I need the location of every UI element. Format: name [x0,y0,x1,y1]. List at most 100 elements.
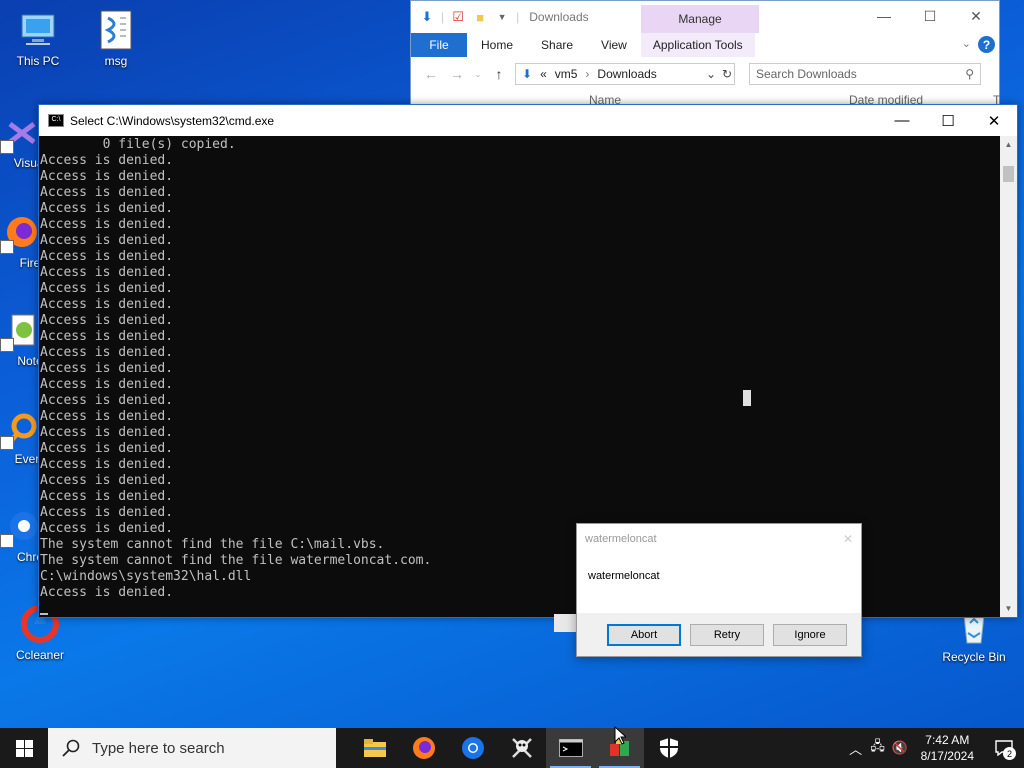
console-line: Access is denied. [40,377,174,392]
taskbar-chrome[interactable] [448,728,497,768]
cmd-window-title: Select C:\Windows\system32\cmd.exe [70,113,275,128]
console-line: Access is denied. [40,345,174,360]
dialog-message: watermeloncat [588,570,660,582]
cmd-title-bar[interactable]: C:\ Select C:\Windows\system32\cmd.exe —… [39,105,1017,136]
tab-application-tools[interactable]: Application Tools [640,33,755,57]
address-dropdown-icon[interactable]: ⌄ [706,67,716,81]
help-icon[interactable]: ? [978,36,995,53]
refresh-icon[interactable]: ↻ [722,67,732,81]
address-bar-row: ← → ⌄ ↑ ⬇ « vm5 › Downloads ⌄ ↻ Search D… [411,57,999,91]
new-folder-icon[interactable]: ■ [472,9,488,25]
ribbon-tabs: File Home Share View Application Tools ⌄… [411,33,999,57]
breadcrumb-vm5[interactable]: vm5 [555,67,578,81]
console-line: Access is denied. [40,281,174,296]
scroll-up-arrow-icon[interactable]: ▲ [1000,136,1017,153]
taskbar: Type here to search ︿ 🖧 🔇 7:42 AM 8/17/2… [0,728,1024,768]
search-placeholder: Search Downloads [756,67,857,81]
console-line: Access is denied. [40,217,174,232]
taskbar-file-explorer[interactable] [350,728,399,768]
desktop-icon-label: Note [17,354,43,368]
tab-home[interactable]: Home [467,38,527,52]
volume-muted-icon[interactable]: 🔇 [889,740,911,756]
desktop-icon-msg[interactable]: msg [80,10,152,68]
script-file-icon [96,10,136,50]
taskbar-pirate-app[interactable] [497,728,546,768]
forward-arrow-icon[interactable]: → [447,66,467,82]
recent-locations-chevron-icon[interactable]: ⌄ [473,70,483,79]
explorer-title-bar: ⬇ | ☑ ■ ▼ | Downloads Manage — ☐ ✕ [411,1,999,33]
desktop-icon-label: msg [104,54,128,68]
maximize-button[interactable]: ☐ [907,1,953,31]
close-icon[interactable]: ✕ [843,532,853,546]
clock[interactable]: 7:42 AM 8/17/2024 [911,732,984,764]
chrome-icon [461,737,484,759]
cmd-icon [558,739,583,757]
breadcrumb-downloads[interactable]: Downloads [597,67,656,81]
retry-button[interactable]: Retry [690,623,764,646]
properties-icon[interactable]: ☑ [450,9,466,25]
expand-ribbon-chevron-icon[interactable]: ⌄ [962,37,971,50]
tab-view[interactable]: View [587,38,641,52]
shield-icon [659,738,678,758]
minimize-button[interactable]: — [861,1,907,31]
tab-file[interactable]: File [411,33,467,57]
file-explorer-window[interactable]: ⬇ | ☑ ■ ▼ | Downloads Manage — ☐ ✕ File … [410,0,1000,112]
console-line: Access is denied. [40,361,174,376]
system-tray: ︿ 🖧 🔇 7:42 AM 8/17/2024 2 [845,728,1024,768]
windows-logo-icon [15,739,33,757]
file-explorer-icon [363,739,386,757]
ignore-button[interactable]: Ignore [773,623,847,646]
scroll-down-arrow-icon[interactable]: ▼ [1000,600,1017,617]
shortcut-arrow-icon [0,240,14,254]
show-hidden-icons-chevron-icon[interactable]: ︿ [845,739,867,758]
network-icon[interactable]: 🖧 [867,737,889,759]
vertical-scrollbar[interactable]: ▲ ▼ [1000,136,1017,617]
mouse-pointer-icon [614,726,626,745]
minimize-button[interactable]: — [879,105,925,136]
taskbar-search-box[interactable]: Type here to search [48,728,336,768]
dialog-title-bar[interactable]: watermeloncat ✕ [577,524,861,554]
desktop-icon-label: Chro [16,550,43,564]
breadcrumb-overflow[interactable]: « [540,67,547,81]
firefox-icon [412,737,435,759]
cmd-icon: C:\ [48,114,64,127]
start-button[interactable] [0,728,48,768]
console-line: Access is denied. [40,233,174,248]
console-line: Access is denied. [40,297,174,312]
console-line: 0 file(s) copied. [40,137,236,152]
console-line: Access is denied. [40,409,174,424]
search-icon: ⚲ [965,67,974,81]
shortcut-arrow-icon [0,338,14,352]
action-center-button[interactable]: 2 [984,728,1024,768]
customize-toolbar-dropdown-icon[interactable]: ▼ [494,9,510,25]
taskbar-cmd[interactable] [546,728,595,768]
explorer-window-title: Downloads [529,10,589,24]
console-line: Access is denied. [40,457,174,472]
console-line: Access is denied. [40,473,174,488]
scrollbar-thumb[interactable] [1003,166,1014,182]
desktop-icon-label: Ccleaner [15,648,65,662]
back-arrow-icon[interactable]: ← [421,66,441,82]
address-bar[interactable]: ⬇ « vm5 › Downloads ⌄ ↻ [515,63,735,85]
console-line: Access is denied. [40,441,174,456]
close-button[interactable]: ✕ [953,1,999,31]
taskbar-security[interactable] [644,728,693,768]
console-line: Access is denied. [40,313,174,328]
abort-button[interactable]: Abort [607,623,681,646]
maximize-button[interactable]: ☐ [925,105,971,136]
tab-share[interactable]: Share [527,38,587,52]
dialog-button-row: Abort Retry Ignore [577,613,861,656]
desktop-icon-this-pc[interactable]: This PC [2,10,74,68]
taskbar-firefox[interactable] [399,728,448,768]
console-line: Access is denied. [40,505,174,520]
message-box-dialog[interactable]: watermeloncat ✕ watermeloncat Abort Retr… [576,523,862,657]
this-pc-icon [18,10,58,50]
download-arrow-icon[interactable]: ⬇ [419,9,435,25]
search-icon [62,739,80,757]
cmd-window[interactable]: C:\ Select C:\Windows\system32\cmd.exe —… [38,104,1018,618]
clock-date: 8/17/2024 [920,749,974,763]
search-downloads-input[interactable]: Search Downloads ⚲ [749,63,981,85]
up-arrow-icon[interactable]: ↑ [489,66,509,82]
close-button[interactable]: ✕ [971,105,1017,136]
tab-manage[interactable]: Manage [641,5,759,33]
